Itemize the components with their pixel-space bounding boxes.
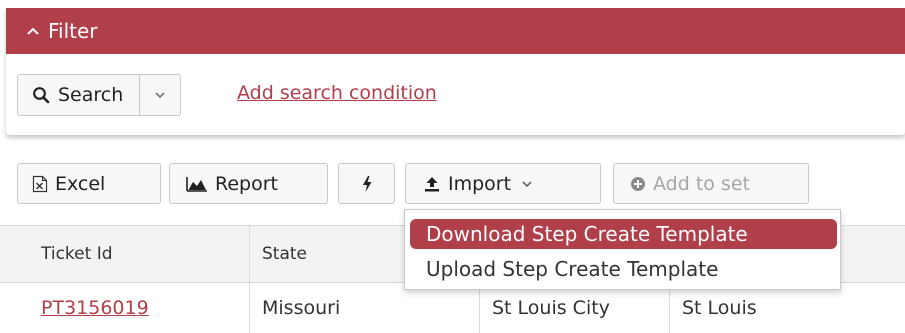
ticket-id-link[interactable]: PT3156019 [41,297,149,319]
import-button[interactable]: Import [405,163,601,204]
menu-item-download-step-create-template[interactable]: Download Step Create Template [410,219,837,249]
chevron-down-icon [154,91,166,99]
excel-export-button[interactable]: Excel [17,163,161,204]
import-dropdown-menu: Download Step Create Template Upload Ste… [404,209,841,290]
report-button[interactable]: Report [169,163,328,204]
add-search-condition-link[interactable]: Add search condition [237,82,437,104]
county-cell: St Louis [669,283,905,333]
filter-panel: Filter Search Add search condition [6,8,905,135]
search-button-group: Search [17,74,182,116]
excel-file-icon [32,175,48,193]
report-button-label: Report [215,172,278,195]
lightning-bolt-icon [361,175,373,193]
plus-circle-icon [630,176,646,192]
menu-item-upload-step-create-template[interactable]: Upload Step Create Template [410,254,837,284]
import-button-label: Import [448,172,512,195]
area-chart-icon [186,176,208,192]
filter-header-toggle[interactable]: Filter [6,8,905,54]
search-options-dropdown[interactable] [140,75,180,115]
search-button-label: Search [58,84,124,106]
city-cell: St Louis City [479,283,669,333]
state-cell: Missouri [249,283,479,333]
excel-button-label: Excel [55,172,106,195]
filter-title: Filter [48,19,98,43]
search-button[interactable]: Search [18,75,141,115]
upload-icon [423,175,441,193]
chevron-up-icon [26,26,42,36]
ticket-id-cell: PT3156019 [29,283,249,333]
page: Filter Search Add search condition Excel… [0,0,905,333]
add-to-set-button-label: Add to set [653,172,750,195]
table-row[interactable]: PT3156019 Missouri St Louis City St Loui… [0,283,905,333]
add-to-set-button[interactable]: Add to set [613,163,809,204]
column-header-ticket-id[interactable]: Ticket Id [29,226,249,282]
quick-action-button[interactable] [338,163,395,204]
search-icon [32,86,58,104]
chevron-down-icon [521,180,533,188]
